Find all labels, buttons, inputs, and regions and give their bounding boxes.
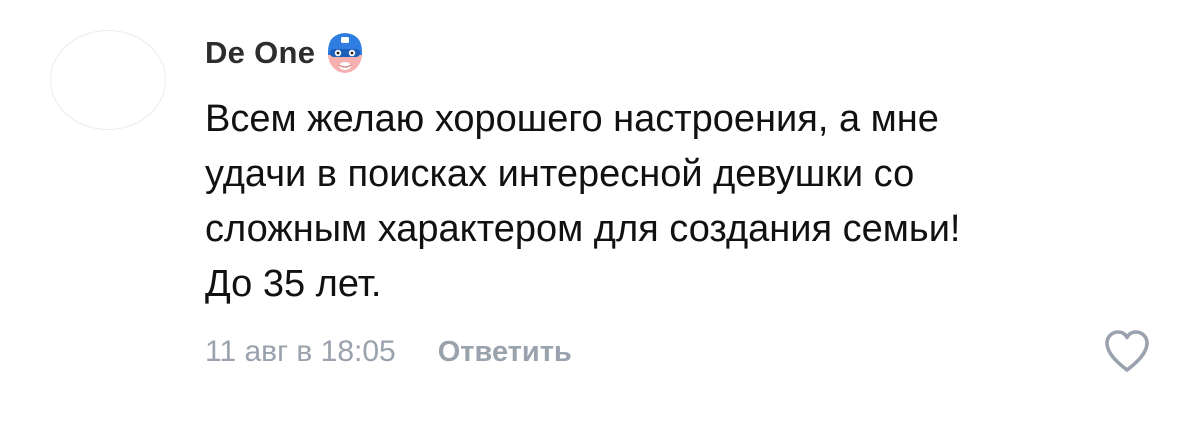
like-button[interactable] [1102, 328, 1152, 374]
author-name[interactable]: De One [205, 35, 315, 71]
heart-outline-icon [1105, 330, 1149, 372]
comment-timestamp[interactable]: 11 авг в 18:05 [205, 335, 396, 369]
comment-item: De One Всем желаю хорошего настроения, а… [0, 0, 1200, 425]
comment-text: Всем желаю хорошего настроения, а мне уд… [205, 98, 961, 305]
avatar[interactable] [50, 30, 166, 130]
masked-hero-avatar-icon [323, 28, 367, 78]
comment-footer: 11 авг в 18:05 Ответить [205, 330, 572, 374]
reply-button[interactable]: Ответить [438, 336, 572, 369]
comment-header: De One [205, 28, 367, 78]
